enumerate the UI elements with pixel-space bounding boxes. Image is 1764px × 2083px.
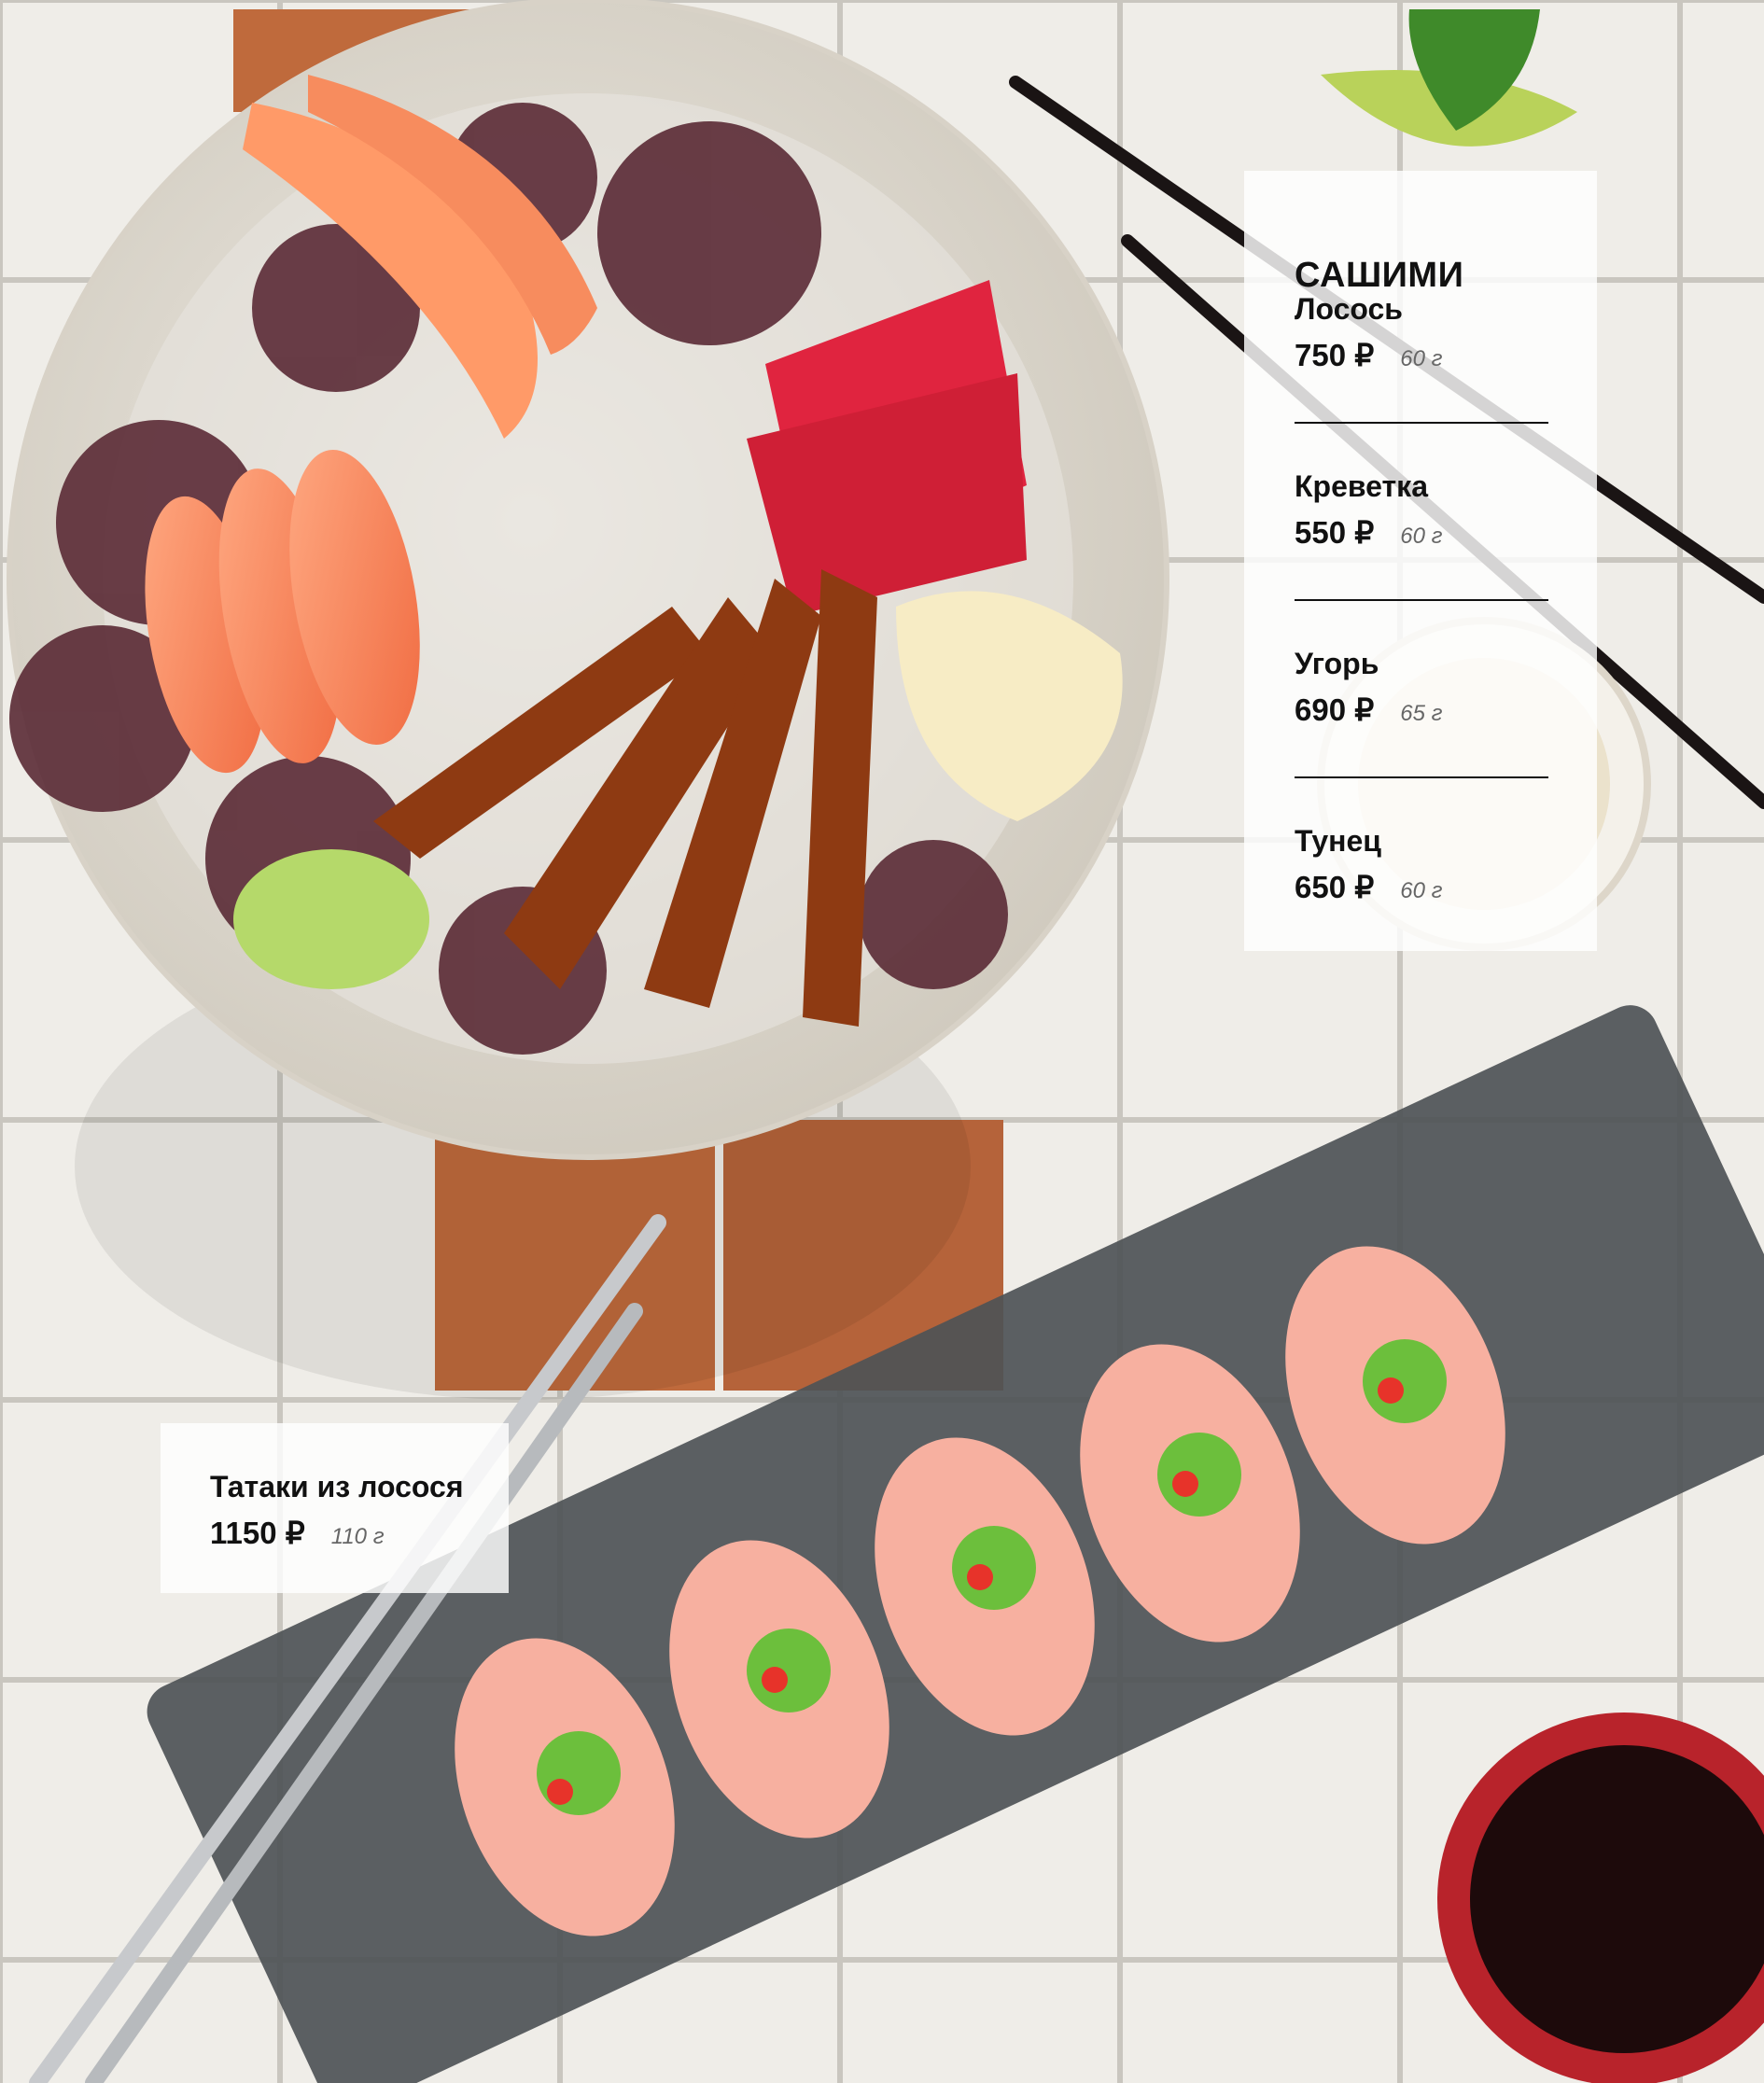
item-name: Лосось: [1295, 292, 1403, 326]
item-weight: 60 г: [1400, 878, 1443, 903]
item-weight: 60 г: [1400, 346, 1443, 371]
item-name: Креветка: [1295, 469, 1428, 503]
item-price: 1150 ₽: [210, 1516, 305, 1550]
divider: [1295, 422, 1548, 424]
divider: [1295, 776, 1548, 778]
item-price: 550 ₽: [1295, 515, 1375, 550]
menu-item: Татаки из лосося 1150 ₽ 110 г: [210, 1468, 463, 1559]
item-weight: 110 г: [330, 1524, 385, 1549]
menu-item: Лосось 750 ₽ 60 г: [1295, 290, 1442, 381]
divider: [1295, 599, 1548, 601]
item-price: 750 ₽: [1295, 338, 1375, 372]
menu-item: Креветка 550 ₽ 60 г: [1295, 468, 1442, 558]
item-weight: 60 г: [1400, 524, 1443, 549]
menu-item: Тунец 650 ₽ 60 г: [1295, 822, 1442, 913]
tataki-menu-card: Татаки из лосося 1150 ₽ 110 г: [161, 1423, 509, 1593]
item-name: Тунец: [1295, 824, 1381, 858]
item-price: 690 ₽: [1295, 692, 1375, 727]
menu-item: Угорь 690 ₽ 65 г: [1295, 645, 1442, 735]
item-weight: 65 г: [1400, 701, 1443, 726]
sashimi-menu-card: САШИМИ Лосось 750 ₽60 г Креветка 550 ₽60…: [1244, 171, 1597, 951]
item-name: Татаки из лосося: [210, 1470, 464, 1503]
wasabi: [233, 849, 429, 989]
item-price: 650 ₽: [1295, 870, 1375, 904]
item-name: Угорь: [1295, 647, 1379, 680]
